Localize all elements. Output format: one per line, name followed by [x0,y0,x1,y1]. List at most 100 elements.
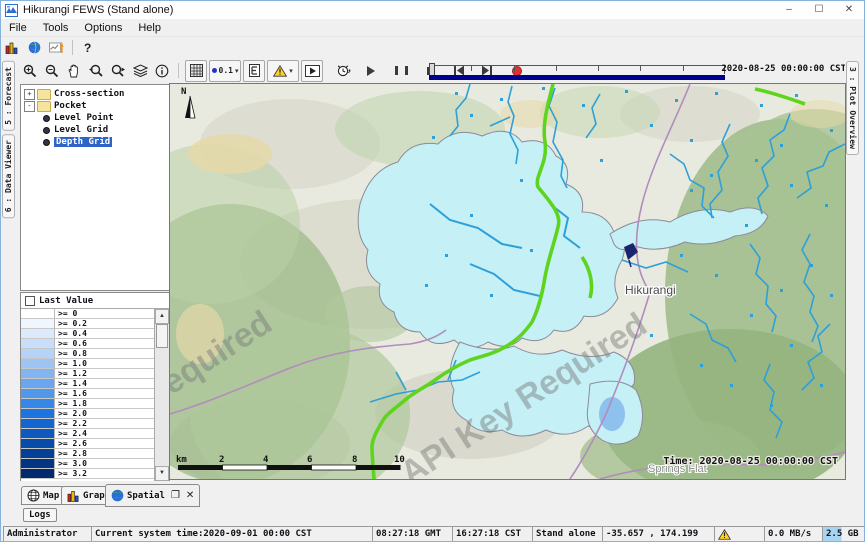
legend-row[interactable]: >= 3.2 [21,469,155,479]
legend-row[interactable]: >= 1.8 [21,399,155,409]
layers-button[interactable] [130,61,150,81]
zoom-in-icon [23,64,37,78]
legend-row[interactable]: >= 1.0 [21,359,155,369]
stream-dot [730,384,733,387]
legend-row[interactable]: >= 2.8 [21,449,155,459]
zoom-out-button[interactable] [42,61,62,81]
logs-button[interactable]: Logs [23,508,57,522]
legend-row[interactable]: >= 1.4 [21,379,155,389]
grid-display-button[interactable] [185,60,207,82]
layers-icon [133,64,148,77]
pan-button[interactable] [64,61,84,81]
tree-item-pocket[interactable]: - Pocket [21,100,169,112]
thresholds-warning-dropdown[interactable]: ▾ [267,60,299,82]
legend-color-swatch [21,419,55,429]
legend-row-label: >= 2.0 [55,409,155,419]
stream-dot [770,404,773,407]
stream-dot [825,204,828,207]
legend-row[interactable]: >= 1.6 [21,389,155,399]
contour-threshold-dropdown[interactable]: 0.1 ▾ [209,60,241,82]
legend-scrollbar[interactable]: ▲ ▼ [154,309,169,481]
legend-row[interactable]: >= 0.2 [21,319,155,329]
pan-hand-icon [67,64,81,78]
maximize-button[interactable]: ☐ [804,1,834,19]
last-value-checkbox[interactable] [25,296,35,306]
bottom-tab-bar: Map Graph Spatial ❐ ✕ [1,481,864,507]
legend-row-label: >= 0 [55,309,155,319]
legend-row-label: >= 2.2 [55,419,155,429]
tab-map[interactable]: Map [21,486,65,505]
movie-player-icon [305,65,320,77]
tab-plot-overview[interactable]: 3 : Plot Overview [846,61,859,155]
legend-row[interactable]: >= 0.6 [21,339,155,349]
animation-button[interactable] [301,60,323,82]
legend-row[interactable]: >= 0.4 [21,329,155,339]
tab-close-icon[interactable]: ✕ [186,490,194,501]
stream-dot [470,214,473,217]
status-warning-cell[interactable] [714,526,766,542]
label-display-button[interactable] [243,60,265,82]
legend-row[interactable]: >= 0.8 [21,349,155,359]
tree-item-label: Cross-section [54,89,124,99]
tree-item-level-grid[interactable]: Level Grid [21,124,169,136]
scale-tick-label: 2 [219,455,224,465]
menu-options[interactable]: Options [76,20,130,36]
info-button[interactable] [152,61,172,81]
warning-triangle-icon [273,65,287,77]
stream-dot [715,92,718,95]
app-logo-icon [5,4,18,17]
close-button[interactable]: ✕ [834,1,864,19]
graphs-button[interactable] [2,38,22,58]
tab-maximize-icon[interactable]: ❐ [171,490,180,501]
stream-dot [750,314,753,317]
legend-row[interactable]: >= 2.2 [21,419,155,429]
legend-row[interactable]: >= 0 [21,309,155,319]
legend-row[interactable]: >= 2.4 [21,429,155,439]
legend-row-label: >= 0.8 [55,349,155,359]
zoom-previous-button[interactable] [86,61,106,81]
scrollbar-thumb[interactable] [156,324,168,348]
chart-up-arrow-icon [49,41,64,54]
legend-row[interactable]: >= 3.0 [21,459,155,469]
tree-item-depth-grid[interactable]: Depth Grid [21,136,169,148]
minimize-button[interactable]: – [774,1,804,19]
stream-dot [755,159,758,162]
expand-icon[interactable]: + [24,89,35,100]
time-control-button[interactable] [333,61,353,81]
tab-forecast[interactable]: 5 : Forecast [2,61,15,131]
stream-dot [710,174,713,177]
collapse-icon[interactable]: - [24,101,35,112]
tab-spatial-active[interactable]: Spatial ❐ ✕ [105,484,200,507]
stream-dot [680,254,683,257]
zoom-next-button[interactable] [108,61,128,81]
legend-color-swatch [21,339,55,349]
spatial-display-button[interactable] [46,38,66,58]
legend-color-swatch [21,309,55,319]
zoom-in-button[interactable] [20,61,40,81]
map-viewport[interactable]: API Key Required API Key Required N Hiku… [169,83,846,480]
help-button[interactable]: ? [78,41,97,55]
map-display-button[interactable] [24,38,44,58]
chevron-down-icon: ▾ [235,67,239,75]
legend-row-label: >= 1.0 [55,359,155,369]
status-gmt-time: 08:27:18 GMT [372,526,454,542]
legend-row[interactable]: >= 2.6 [21,439,155,449]
legend-row-label: >= 3.0 [55,459,155,469]
tree-item-level-point[interactable]: Level Point [21,112,169,124]
legend-row[interactable]: >= 2.0 [21,409,155,419]
legend-row[interactable]: >= 1.2 [21,369,155,379]
scroll-down-icon[interactable]: ▼ [155,466,169,481]
menu-help[interactable]: Help [130,20,169,36]
scroll-up-icon[interactable]: ▲ [155,309,169,324]
menu-tools[interactable]: Tools [35,20,77,36]
stream-dot [625,90,628,93]
tree-item-cross-section[interactable]: + Cross-section [21,88,169,100]
threshold-value: 0.1 [219,66,233,75]
tab-data-viewer[interactable]: 6 : Data Viewer [2,134,15,218]
pause-button[interactable] [391,61,411,81]
timeline-slider[interactable] [429,61,725,80]
menu-file[interactable]: File [1,20,35,36]
zoom-next-icon [110,64,126,78]
stream-dot [675,99,678,102]
play-button[interactable] [361,61,381,81]
